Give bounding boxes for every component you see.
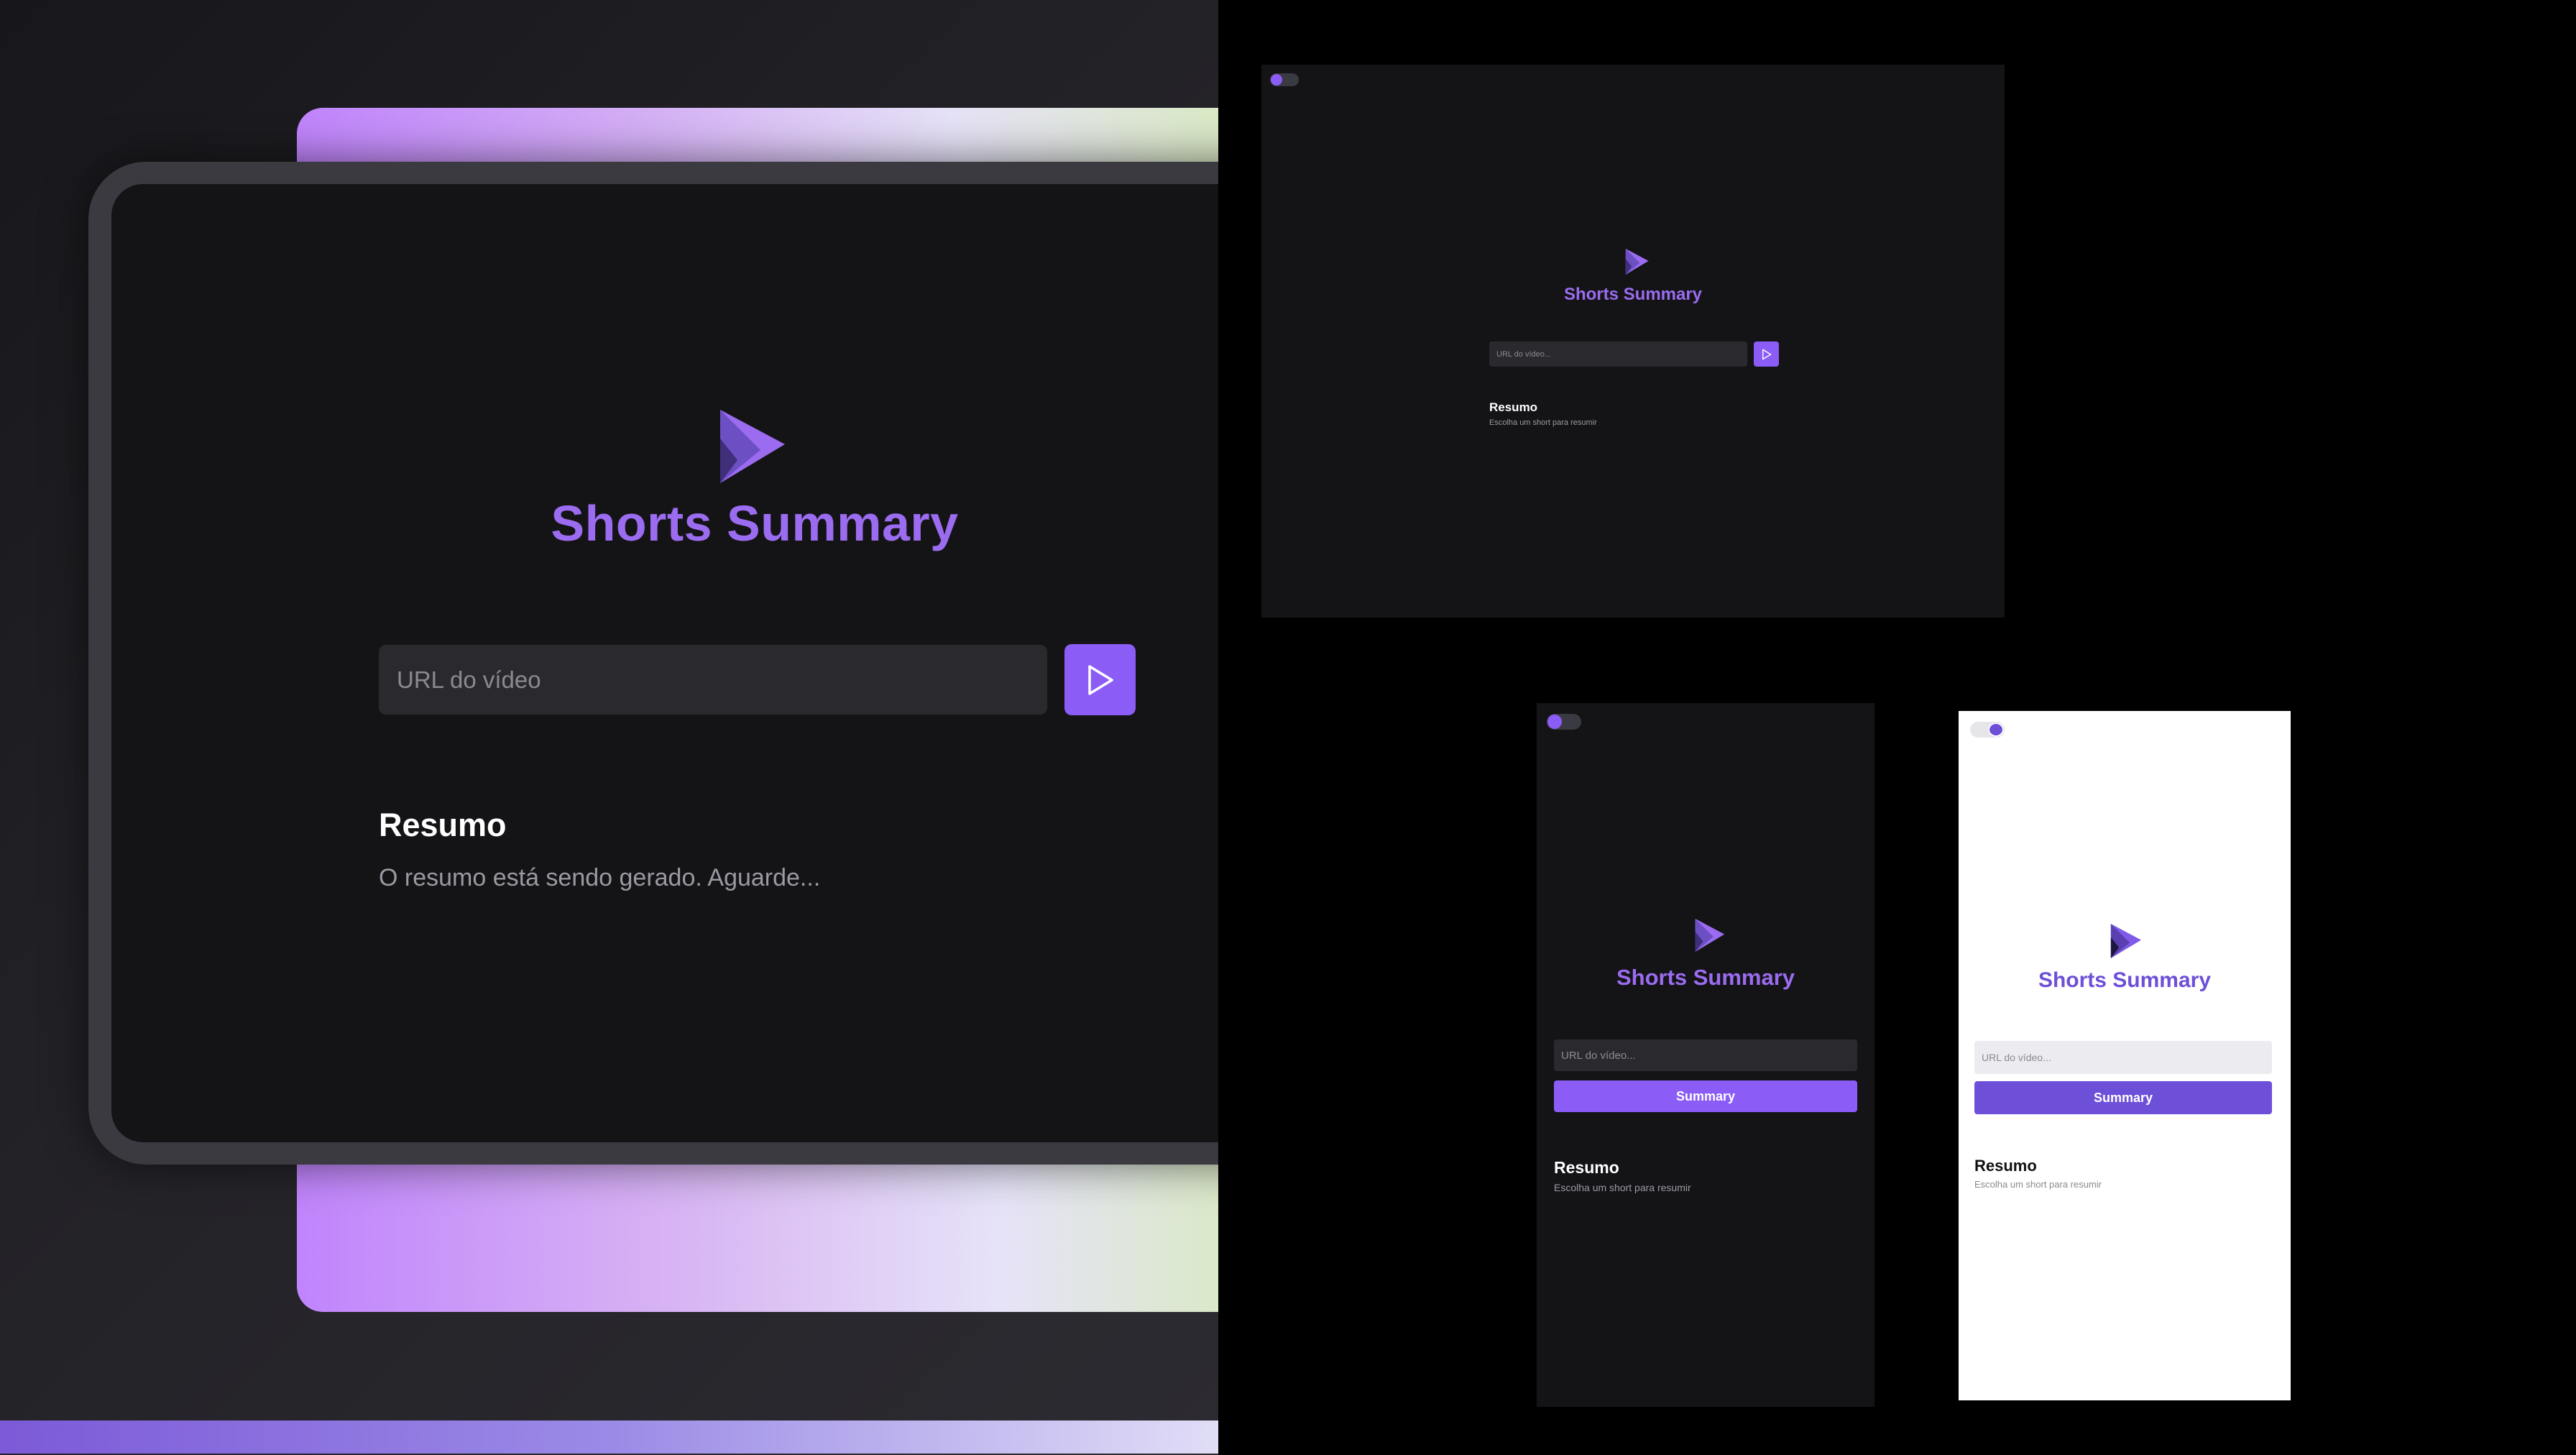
desktop-preview: Shorts Summary Resumo Escolha um short p…	[1261, 65, 2005, 618]
summary-button[interactable]: Summary	[1974, 1081, 2272, 1114]
summary-text: Escolha um short para resumir	[1489, 418, 1597, 427]
url-input[interactable]	[1974, 1041, 2272, 1074]
summary-button[interactable]: Summary	[1554, 1080, 1857, 1112]
app-title: Shorts Summary	[551, 495, 959, 551]
theme-toggle[interactable]	[1547, 714, 1581, 730]
summary-heading: Resumo	[1974, 1157, 2037, 1175]
play-triangle-logo-icon	[2110, 924, 2141, 958]
app-title: Shorts Summary	[2038, 968, 2212, 992]
mobile-dark-preview: Shorts Summary Summary Resumo Escolha um…	[1537, 703, 1874, 1407]
decorative-gradient-bar	[0, 1420, 1218, 1454]
summary-text: Escolha um short para resumir	[1554, 1182, 1691, 1193]
play-icon	[1762, 349, 1771, 359]
play-triangle-logo-icon	[720, 410, 785, 483]
play-triangle-logo-icon	[1625, 249, 1649, 275]
url-input[interactable]	[379, 645, 1047, 715]
mobile-light-preview: Shorts Summary Summary Resumo Escolha um…	[1959, 711, 2291, 1400]
toggle-knob	[1547, 715, 1562, 729]
app-title: Shorts Summary	[1616, 965, 1795, 990]
play-triangle-logo-icon	[1695, 919, 1725, 952]
hero-showcase: Shorts Summary Resumo O resumo está send…	[0, 0, 1218, 1455]
url-input[interactable]	[1554, 1039, 1857, 1071]
submit-button[interactable]	[1754, 341, 1779, 367]
summary-heading: Resumo	[1554, 1158, 1619, 1177]
theme-toggle[interactable]	[1970, 722, 2005, 738]
app-title: Shorts Summary	[1563, 285, 1703, 304]
summary-heading: Resumo	[379, 807, 507, 843]
summary-heading: Resumo	[1489, 400, 1538, 414]
toggle-knob	[1988, 722, 2004, 737]
summary-text: Escolha um short para resumir	[1974, 1179, 2102, 1190]
url-input[interactable]	[1489, 341, 1747, 367]
play-icon	[1087, 664, 1113, 695]
summary-text: O resumo está sendo gerado. Aguarde...	[379, 864, 821, 891]
theme-toggle[interactable]	[1270, 73, 1299, 86]
submit-button[interactable]	[1064, 644, 1136, 715]
toggle-knob	[1271, 74, 1282, 86]
